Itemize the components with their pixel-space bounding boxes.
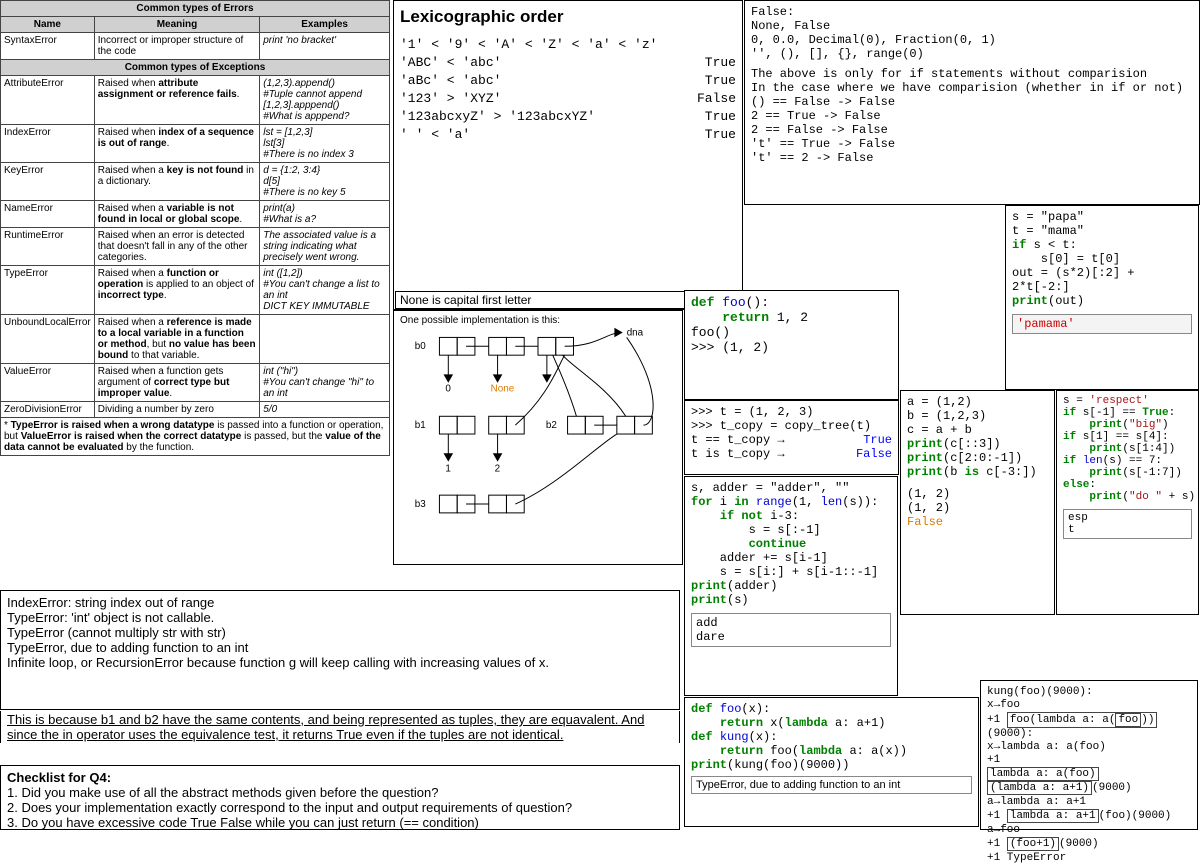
linked-list-diagram: b0 b1 b2 b3 dna None 0 1 2: [400, 326, 676, 546]
error-footnote: * TypeError is raised when a wrong datat…: [0, 418, 390, 456]
svg-text:None: None: [491, 384, 515, 395]
falsey-l2: None, False: [751, 19, 1193, 33]
error-list-panel: IndexError: string index out of range Ty…: [0, 590, 680, 710]
papa-l2: t = "mama": [1012, 224, 1192, 238]
error-table: Common types of Errors Name Meaning Exam…: [0, 0, 390, 418]
falsey-l1: False:: [751, 5, 1193, 19]
svg-text:b2: b2: [546, 420, 557, 431]
papa-l3: s < t:: [1034, 238, 1077, 252]
papa-l5: out = (s*2)[:2] + 2*t[-2:]: [1012, 266, 1192, 294]
col-examples: Examples: [260, 17, 390, 33]
respect-panel: s = 'respect' if s[-1] == True: print("b…: [1056, 390, 1199, 615]
falsey-l7: () == False -> False: [751, 95, 1193, 109]
falsey-l11: 't' == 2 -> False: [751, 151, 1193, 165]
checklist-panel: Checklist for Q4: 1. Did you make use of…: [0, 765, 680, 830]
falsey-l8: 2 == True -> False: [751, 109, 1193, 123]
foo-output: >>> (1, 2): [691, 340, 892, 355]
trace-panel: kung(foo)(9000): x→foo +1 foo(lambda a: …: [980, 680, 1198, 830]
lexico-title: Lexicographic order: [400, 7, 736, 27]
svg-text:dna: dna: [627, 327, 644, 338]
lexicographic-panel: Lexicographic order '1' < '9' < 'A' < 'Z…: [393, 0, 743, 310]
svg-text:b0: b0: [415, 341, 426, 352]
falsey-l3: 0, 0.0, Decimal(0), Fraction(0, 1): [751, 33, 1193, 47]
diagram-caption: One possible implementation is this:: [400, 315, 676, 326]
falsey-l5: The above is only for if statements with…: [751, 67, 1193, 81]
svg-text:b1: b1: [415, 420, 426, 431]
col-meaning: Meaning: [94, 17, 260, 33]
falsey-l10: 't' == True -> False: [751, 137, 1193, 151]
papa-l1: s = "papa": [1012, 210, 1192, 224]
svg-text:0: 0: [445, 384, 451, 395]
checklist-title: Checklist for Q4:: [7, 770, 111, 785]
adder-output: add dare: [691, 613, 891, 647]
svg-text:b3: b3: [415, 499, 426, 510]
lexico-chain: '1' < '9' < 'A' < 'Z' < 'a' < 'z': [400, 37, 657, 52]
svg-text:1: 1: [445, 463, 450, 474]
foo-call: foo(): [691, 325, 892, 340]
errors-header: Common types of Errors: [1, 1, 390, 17]
papa-output: 'pamama': [1012, 314, 1192, 334]
falsey-panel: False: None, False 0, 0.0, Decimal(0), F…: [744, 0, 1200, 205]
none-capital-note: None is capital first letter: [395, 291, 685, 309]
falsey-l9: 2 == False -> False: [751, 123, 1193, 137]
papa-panel: s = "papa" t = "mama" if s < t: s[0] = t…: [1005, 205, 1199, 390]
falsey-l6: In the case where we have comparision (w…: [751, 81, 1193, 95]
papa-l4: s[0] = t[0]: [1012, 252, 1192, 266]
respect-output: esp t: [1063, 509, 1192, 539]
copy-tree-panel: >>> t = (1, 2, 3) >>> t_copy = copy_tree…: [684, 400, 899, 475]
b1b2-note: This is because b1 and b2 have the same …: [0, 711, 680, 743]
svg-text:2: 2: [495, 463, 500, 474]
ct-l1: >>> t = (1, 2, 3): [691, 405, 892, 419]
diagram-panel: One possible implementation is this:: [393, 310, 683, 565]
falsey-l4: '', (), [], {}, range(0): [751, 47, 1193, 61]
ct-l2: >>> t_copy = copy_tree(t): [691, 419, 892, 433]
col-name: Name: [1, 17, 95, 33]
foo-tuple-panel: def foo(): return 1, 2 foo() >>> (1, 2): [684, 290, 899, 400]
adder-panel: s, adder = "adder", "" for i in range(1,…: [684, 476, 898, 696]
kungfoo-panel: def foo(x): return x(lambda a: a+1) def …: [684, 697, 979, 827]
tuple-add-panel: a = (1,2) b = (1,2,3) c = a + b print(c[…: [900, 390, 1055, 615]
kungfoo-error: TypeError, due to adding function to an …: [691, 776, 972, 794]
exceptions-header: Common types of Exceptions: [1, 60, 390, 76]
